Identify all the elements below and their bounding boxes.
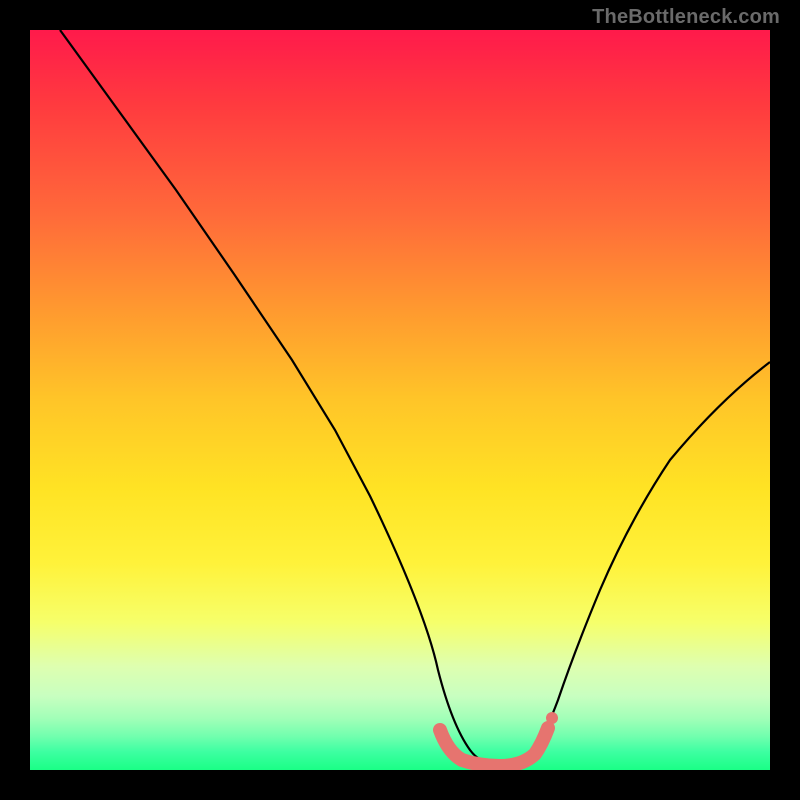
watermark-text: TheBottleneck.com xyxy=(592,6,780,29)
bottleneck-curve-path xyxy=(60,30,770,765)
plot-area xyxy=(30,30,770,770)
chart-frame: TheBottleneck.com xyxy=(0,0,800,800)
bottleneck-curve-svg xyxy=(30,30,770,770)
trough-band xyxy=(440,728,548,766)
trough-end-dot xyxy=(546,712,558,724)
